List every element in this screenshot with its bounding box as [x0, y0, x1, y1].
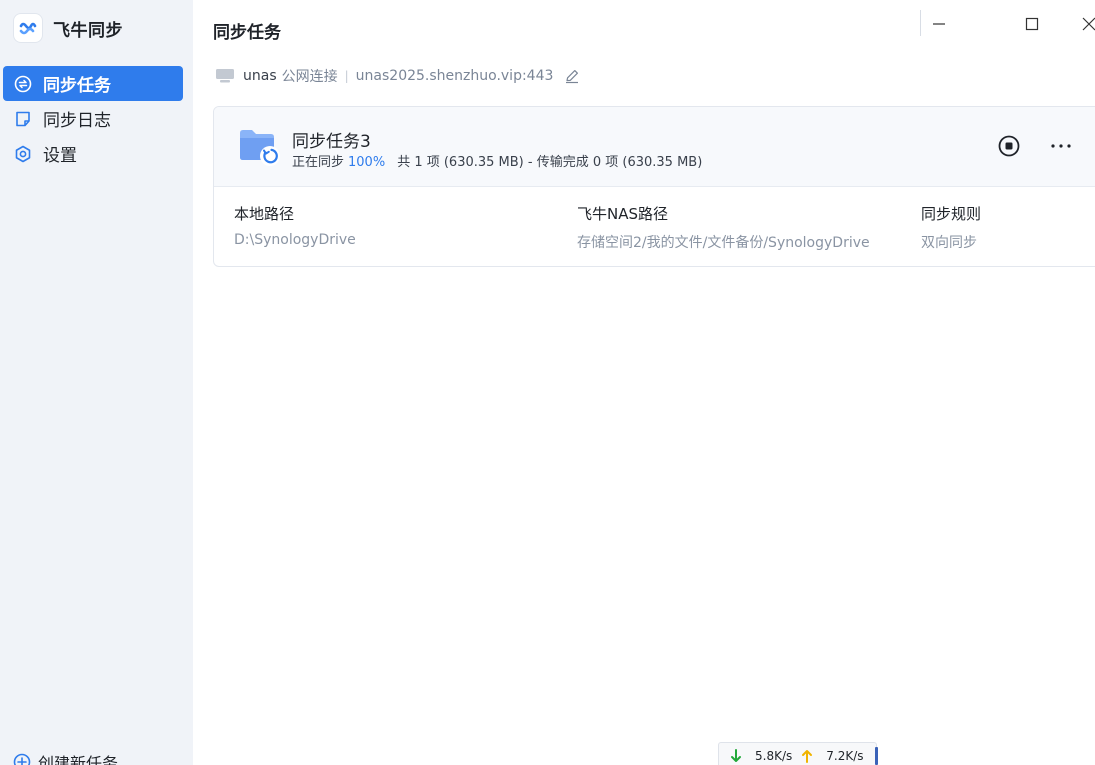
maximize-icon [1025, 17, 1039, 31]
app-logo-icon [14, 14, 42, 42]
connection-mode: 公网连接 [281, 69, 338, 85]
sync-rule-label: 同步规则 [921, 205, 982, 223]
task-summary: 共 1 项 (630.35 MB) - 传输完成 0 项 (630.35 MB) [397, 155, 703, 170]
sync-rule-block: 同步规则 双向同步 [921, 203, 981, 252]
sidebar: 飞牛同步 同步任务 同步日志 设置 创建新任务 [0, 0, 193, 765]
connection-divider: | [344, 69, 349, 83]
stop-icon [998, 135, 1020, 157]
connection-address: unas2025.shenzhuo.vip:443 [355, 68, 554, 84]
pencil-icon [566, 70, 579, 84]
brand: 飞牛同步 [14, 14, 123, 42]
speed-indicator-edge [875, 747, 878, 765]
task-header: 同步任务3 正在同步 100% 共 1 项 (630.35 MB) - 传输完成 0… [214, 107, 1095, 187]
add-icon [12, 752, 32, 765]
more-options-button[interactable] [1049, 134, 1073, 158]
sidebar-nav: 同步任务 同步日志 设置 [3, 66, 183, 171]
sidebar-item-label: 同步日志 [43, 111, 111, 131]
nas-path-label: 飞牛NAS路径 [577, 205, 669, 223]
sidebar-item-sync-log[interactable]: 同步日志 [3, 101, 183, 136]
local-path-block: 本地路径 D:\SynologyDrive [234, 203, 356, 248]
download-speed: 5.8K/s [755, 749, 793, 763]
edit-connection-button[interactable] [564, 68, 580, 84]
connection-info: unas 公网连接 | unas2025.shenzhuo.vip:443 [215, 66, 580, 86]
folder-sync-icon [238, 127, 282, 167]
stop-sync-button[interactable] [997, 134, 1021, 158]
device-name: unas [243, 68, 277, 84]
device-icon [215, 68, 235, 84]
more-icon [1051, 144, 1071, 148]
create-task-label: 创建新任务 [38, 754, 119, 765]
titlebar-divider [920, 10, 921, 36]
sidebar-item-sync-tasks[interactable]: 同步任务 [3, 66, 183, 101]
close-icon [1082, 17, 1095, 31]
nas-path-value: 存储空间2/我的文件/文件备份/SynologyDrive [577, 235, 870, 251]
minimize-button[interactable] [927, 12, 951, 36]
upload-arrow-icon [800, 749, 814, 763]
task-card[interactable]: 同步任务3 正在同步 100% 共 1 项 (630.35 MB) - 传输完成 0… [213, 106, 1095, 267]
gear-icon [13, 144, 33, 164]
sidebar-item-label: 设置 [43, 146, 77, 166]
download-arrow-icon [729, 749, 743, 763]
upload-speed: 7.2K/s [826, 749, 864, 763]
sidebar-item-label: 同步任务 [43, 76, 111, 96]
log-icon [13, 109, 33, 129]
app-window: 飞牛同步 同步任务 同步日志 设置 创建新任务 同步任务 unas 公网连接 |… [0, 0, 1095, 765]
main-content: 同步任务 unas 公网连接 | unas2025.shenzhuo.vip:4… [193, 0, 1095, 765]
local-path-label: 本地路径 [234, 205, 295, 223]
task-name: 同步任务3 [292, 132, 371, 152]
speed-indicator: 5.8K/s 7.2K/s [718, 742, 878, 765]
task-percent: 100% [348, 155, 386, 170]
sync-rule-value: 双向同步 [921, 235, 977, 251]
task-status-line: 正在同步 100% 共 1 项 (630.35 MB) - 传输完成 0 项 (63… [292, 151, 702, 170]
maximize-button[interactable] [1020, 12, 1044, 36]
local-path-value: D:\SynologyDrive [234, 232, 356, 248]
create-task-button[interactable]: 创建新任务 [12, 750, 118, 765]
nas-path-block: 飞牛NAS路径 存储空间2/我的文件/文件备份/SynologyDrive [577, 203, 870, 252]
task-status: 正在同步 [292, 155, 345, 170]
app-name: 飞牛同步 [53, 20, 123, 41]
minimize-icon [933, 23, 945, 25]
sidebar-item-settings[interactable]: 设置 [3, 136, 183, 171]
close-button[interactable] [1077, 12, 1095, 36]
page-title: 同步任务 [213, 23, 281, 43]
sync-icon [13, 74, 33, 94]
